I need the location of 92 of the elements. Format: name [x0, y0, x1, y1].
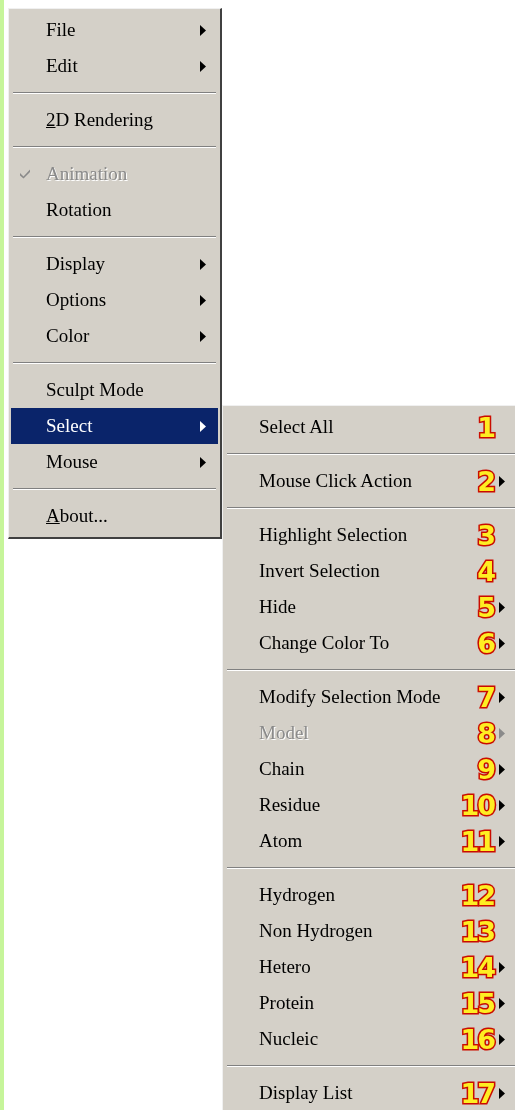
menu-item-label: Nucleic	[259, 1028, 320, 1050]
number-label: 3	[477, 521, 494, 549]
menu-item[interactable]: Hydrogen 12	[225, 877, 515, 913]
submenu-arrow-icon	[499, 1087, 505, 1099]
menu-item-label: Invert Selection	[259, 560, 381, 582]
menu-item[interactable]: File	[11, 12, 218, 48]
submenu-arrow-icon	[200, 60, 206, 72]
menu-item-label: Highlight Selection	[259, 524, 409, 546]
menu-item-label: Atom	[259, 830, 304, 852]
menu-item-label: Non Hydrogen	[259, 920, 374, 942]
submenu-arrow-icon	[499, 997, 505, 1009]
menu-item-label: Hetero	[259, 956, 312, 978]
submenu-arrow-icon	[499, 1033, 505, 1045]
submenu-arrow-icon	[200, 258, 206, 270]
menu-item-label: Mouse	[46, 451, 99, 473]
menu-item[interactable]: Color	[11, 318, 218, 354]
menu-item-label: Display	[46, 253, 107, 275]
submenu-arrow-icon	[499, 727, 505, 739]
menu-item-label: Mouse Click Action	[259, 470, 414, 492]
menu-item-label: Hide	[259, 596, 297, 618]
number-label: 2	[477, 467, 494, 495]
submenu-arrow-icon	[499, 835, 505, 847]
number-label: 13	[460, 917, 494, 945]
number-label: 17	[460, 1079, 494, 1107]
menu-item-label: Sculpt Mode	[46, 379, 145, 401]
menu-item[interactable]: Protein 15	[225, 985, 515, 1021]
menu-item[interactable]: Chain 9	[225, 751, 515, 787]
menu-item-label: Options	[46, 289, 108, 311]
menu-item-label: Residue	[259, 794, 322, 816]
menu-item[interactable]: Hetero 14	[225, 949, 515, 985]
menu-item-label: Chain	[259, 758, 306, 780]
menu-item-label: Model	[259, 722, 310, 744]
submenu-arrow-icon	[499, 691, 505, 703]
number-label: 9	[477, 755, 494, 783]
menu-item-label: Rotation	[46, 199, 113, 221]
menu-item[interactable]: Residue 10	[225, 787, 515, 823]
menu-item-label: Modify Selection Mode	[259, 686, 442, 708]
menu-item-label: Color	[46, 325, 91, 347]
menu-item[interactable]: Nucleic 16	[225, 1021, 515, 1057]
menu-item[interactable]: Select	[11, 408, 218, 444]
number-label: 11	[460, 827, 494, 855]
menu-item[interactable]: Options	[11, 282, 218, 318]
menu-item-label: Animation	[46, 163, 129, 185]
menu-item[interactable]: Sculpt Mode	[11, 372, 218, 408]
submenu-arrow-icon	[200, 24, 206, 36]
submenu-arrow-icon	[499, 475, 505, 487]
menu-item-label: Select	[46, 415, 94, 437]
menu-item[interactable]: Invert Selection 4	[225, 553, 515, 589]
submenu-arrow-icon	[499, 961, 505, 973]
menu-item-label: Change Color To	[259, 632, 391, 654]
submenu-arrow-icon	[499, 799, 505, 811]
submenu-arrow-icon	[200, 294, 206, 306]
submenu-arrow-icon	[499, 637, 505, 649]
submenu-arrow-icon	[499, 601, 505, 613]
menu-item[interactable]: Edit	[11, 48, 218, 84]
menu-item[interactable]: Select All 1	[225, 409, 515, 445]
number-label: 16	[460, 1025, 494, 1053]
submenu-arrow-icon	[499, 763, 505, 775]
number-label: 10	[460, 791, 494, 819]
menu-item-label: Edit	[46, 55, 79, 77]
menu-item[interactable]: 2D Rendering	[11, 102, 218, 138]
submenu-arrow-icon	[200, 420, 206, 432]
menu-item[interactable]: Atom 11	[225, 823, 515, 859]
number-label: 7	[477, 683, 494, 711]
menu-item[interactable]: Modify Selection Mode 7	[225, 679, 515, 715]
number-label: 12	[460, 881, 494, 909]
menu-item-label: Select All	[259, 416, 335, 438]
menu-item[interactable]: Non Hydrogen 13	[225, 913, 515, 949]
menu-item[interactable]: About...	[11, 498, 218, 534]
submenu-arrow-icon	[200, 330, 206, 342]
menu-item-label: About...	[46, 505, 109, 527]
menu-item-label: Hydrogen	[259, 884, 336, 906]
menu-item[interactable]: Change Color To 6	[225, 625, 515, 661]
menu-item-label: File	[46, 19, 77, 41]
menu-item[interactable]: Mouse Click Action 2	[225, 463, 515, 499]
menu-item[interactable]: Hide 5	[225, 589, 515, 625]
number-label: 14	[460, 953, 494, 981]
number-label: 15	[460, 989, 494, 1017]
menu-item[interactable]: Display	[11, 246, 218, 282]
number-label: 4	[477, 557, 494, 585]
number-label: 6	[477, 629, 494, 657]
menu-item[interactable]: Mouse	[11, 444, 218, 480]
number-label: 5	[477, 593, 494, 621]
menu-item-label: Protein	[259, 992, 315, 1014]
menu-item-label: Display List	[259, 1082, 354, 1104]
menu-item-label: 2D Rendering	[46, 109, 155, 131]
number-label: 8	[477, 719, 494, 747]
submenu-arrow-icon	[200, 456, 206, 468]
menu-item[interactable]: Rotation	[11, 192, 218, 228]
menu-item[interactable]: Display List 17	[225, 1075, 515, 1110]
number-label: 1	[477, 413, 494, 441]
menu-item[interactable]: Highlight Selection 3	[225, 517, 515, 553]
